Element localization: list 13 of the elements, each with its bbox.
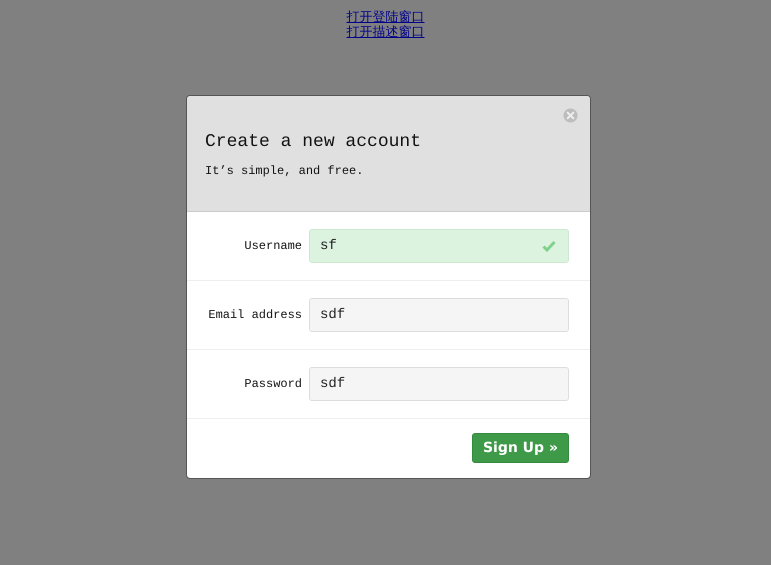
- field-label: Password: [243, 377, 303, 391]
- dialog-subtitle: It’s simple, and free.: [205, 164, 364, 178]
- input-field[interactable]: sdf: [309, 298, 569, 332]
- field-label: Username: [243, 239, 303, 253]
- close-icon[interactable]: [563, 108, 578, 123]
- check-icon: [542, 240, 556, 252]
- field-label: Email address: [207, 308, 303, 322]
- dialog-title: Create a new account: [205, 132, 422, 152]
- input-field[interactable]: sf: [309, 229, 569, 263]
- link[interactable]: 打开描述窗口: [346, 25, 424, 40]
- sign-up-button[interactable]: Sign Up »: [472, 433, 569, 463]
- input-field[interactable]: sdf: [309, 367, 569, 401]
- link[interactable]: 打开登陆窗口: [346, 10, 424, 25]
